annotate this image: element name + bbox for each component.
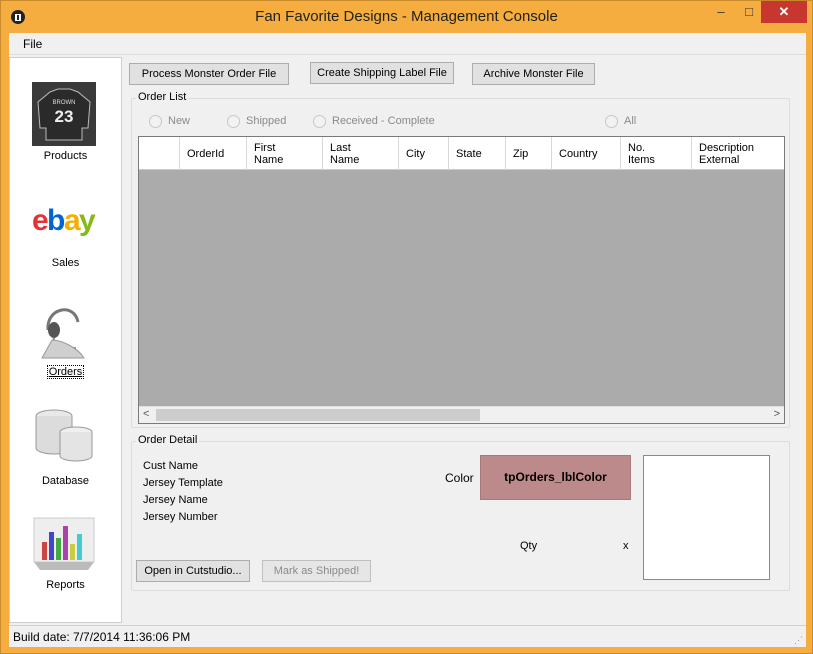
radio-dot [227,115,240,128]
column-last-name[interactable]: Last Name [323,137,399,170]
column-country[interactable]: Country [552,137,621,170]
jersey-number-label: Jersey Number [143,511,218,523]
filter-shipped-label: Shipped [246,115,287,127]
scroll-right-arrow[interactable]: > [774,408,780,420]
column-no-items[interactable]: No. Items [621,137,692,170]
column-city[interactable]: City [399,137,449,170]
nav-reports-label: Reports [46,579,85,591]
order-list-group: Order List New Shipped Received - Comple… [131,91,790,428]
minimize-button[interactable]: – [707,1,735,23]
column-first-name[interactable]: First Name [247,137,323,170]
radio-dot [149,115,162,128]
scrollbar-thumb[interactable] [156,409,480,421]
svg-text:e: e [32,204,48,237]
build-date-text: Build date: 7/7/2014 11:36:06 PM [13,630,191,644]
cust-name-label: Cust Name [143,460,199,472]
jersey-name-text: BROWN [53,100,76,106]
svg-text:y: y [79,204,96,237]
status-bar: Build date: 7/7/2014 11:36:06 PM ⋰ [9,625,806,647]
radio-dot [313,115,326,128]
menu-bar: File [9,33,806,55]
menu-file[interactable]: File [23,37,42,51]
headset-icon [41,308,85,359]
bar-chart-icon [33,517,95,570]
filter-received-label: Received - Complete [332,115,435,127]
orders-grid[interactable]: OrderId First Name Last Name City State … [138,136,785,424]
column-description-external[interactable]: Description External [692,137,784,170]
grid-header: OrderId First Name Last Name City State … [139,137,784,170]
column-state[interactable]: State [449,137,506,170]
column-zip[interactable]: Zip [506,137,552,170]
resize-grip-icon[interactable]: ⋰ [794,635,804,645]
open-in-cutstudio-button[interactable]: Open in Cutstudio... [136,560,250,582]
order-detail-title: Order Detail [136,434,200,446]
jersey-icon: BROWN 23 [32,82,96,146]
nav-sales-label: Sales [51,257,80,269]
jersey-name-label: Jersey Name [143,494,208,506]
close-button[interactable]: ✕ [761,1,807,23]
scroll-left-arrow[interactable]: < [143,408,149,420]
horizontal-scrollbar[interactable]: < > [139,406,784,423]
qty-x-label: x [623,540,629,552]
column-orderid[interactable]: OrderId [180,137,247,170]
nav-database-label: Database [41,475,90,487]
filter-new-label: New [168,115,191,127]
nav-sales[interactable]: e b a y Sales [10,188,121,288]
order-list-title: Order List [136,91,189,103]
nav-database[interactable]: Database [10,402,121,502]
ebay-logo-icon: e b a y [32,204,96,237]
svg-text:b: b [47,204,65,237]
radio-dot [605,115,618,128]
left-nav-panel: BROWN 23 Products e b a y Sales Orders D… [9,57,122,623]
archive-monster-file-button[interactable]: Archive Monster File [472,63,595,85]
jersey-preview-box [643,455,770,580]
title-bar[interactable]: Fan Favorite Designs - Management Consol… [1,1,812,33]
jersey-number-text: 23 [55,107,74,126]
database-icon [35,409,93,462]
jersey-template-label: Jersey Template [143,477,223,489]
filter-all-label: All [624,115,637,127]
nav-reports[interactable]: Reports [10,510,121,610]
color-label: Color [445,471,474,485]
nav-products[interactable]: BROWN 23 Products [10,78,121,178]
color-swatch: tpOrders_lblColor [480,455,631,500]
app-window: Fan Favorite Designs - Management Consol… [0,0,813,654]
nav-products-label: Products [43,150,88,162]
nav-orders[interactable]: Orders [10,294,121,394]
process-monster-order-button[interactable]: Process Monster Order File [129,63,289,85]
create-shipping-label-button[interactable]: Create Shipping Label File [310,62,454,84]
maximize-button[interactable]: □ [735,1,763,23]
window-title: Fan Favorite Designs - Management Consol… [255,8,558,25]
row-header-column [139,137,180,170]
nav-orders-label: Orders [46,365,85,379]
qty-label: Qty [520,540,538,552]
mark-as-shipped-button[interactable]: Mark as Shipped! [262,560,371,582]
